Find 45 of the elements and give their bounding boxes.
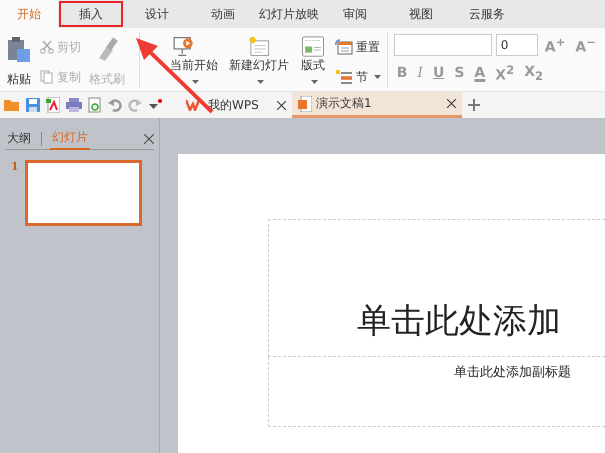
subtitle-placeholder[interactable]: 单击此处添加副标题 [268, 357, 605, 427]
caret-icon [310, 80, 318, 84]
close-icon[interactable] [144, 134, 154, 144]
folder-icon[interactable] [4, 98, 20, 112]
reset-button[interactable]: 重置 [332, 36, 383, 58]
paste-button[interactable]: 粘贴 [4, 36, 34, 88]
font-name-field[interactable] [394, 34, 492, 56]
slide-number: 1 [11, 160, 19, 175]
clipboard-icon [6, 36, 32, 64]
document-tab[interactable]: 演示文稿1 [292, 92, 462, 118]
scissors-icon [40, 40, 54, 54]
menu-tab[interactable]: 幻灯片放映 [256, 0, 322, 28]
pdf-icon[interactable] [46, 97, 60, 113]
menu-tab[interactable]: 云服务 [454, 0, 520, 28]
save-icon[interactable] [26, 98, 40, 112]
subtitle-text: 单击此处添加副标题 [454, 365, 571, 380]
reset-icon [334, 39, 353, 55]
slide-thumbnail[interactable] [24, 160, 142, 226]
title-text: 单击此处添加 [357, 300, 561, 343]
printer-icon[interactable] [66, 98, 82, 112]
title-placeholder[interactable]: 单击此处添加 [268, 219, 605, 357]
copy-icon [40, 70, 54, 84]
caret-icon [192, 80, 200, 84]
caret-icon [256, 80, 264, 84]
section-button[interactable]: 节 [332, 66, 383, 88]
font-size-field[interactable]: 0 [496, 34, 538, 56]
preview-icon[interactable] [88, 97, 102, 113]
presentation-file-icon [298, 96, 312, 112]
layout-icon [300, 36, 326, 57]
menu-tab[interactable]: 审阅 [322, 0, 388, 28]
menu-tab[interactable]: 动画 [190, 0, 256, 28]
close-icon[interactable] [447, 99, 456, 108]
menu-tab[interactable]: 插入 [58, 0, 124, 28]
document-tab[interactable]: 我的WPS [180, 92, 292, 118]
new-slide-button[interactable]: 新建幻灯片 [224, 36, 294, 88]
dropdown-icon[interactable] [148, 99, 162, 111]
close-icon[interactable] [277, 100, 286, 110]
menu-tab[interactable]: 设计 [124, 0, 190, 28]
add-tab-icon[interactable] [468, 99, 480, 111]
section-icon [334, 69, 353, 85]
layout-button[interactable]: 版式 [295, 36, 331, 88]
undo-icon[interactable] [108, 98, 122, 112]
menu-tab[interactable]: 视图 [388, 0, 454, 28]
caret-icon [374, 75, 381, 79]
panel-tab[interactable]: 大纲 [5, 128, 33, 150]
